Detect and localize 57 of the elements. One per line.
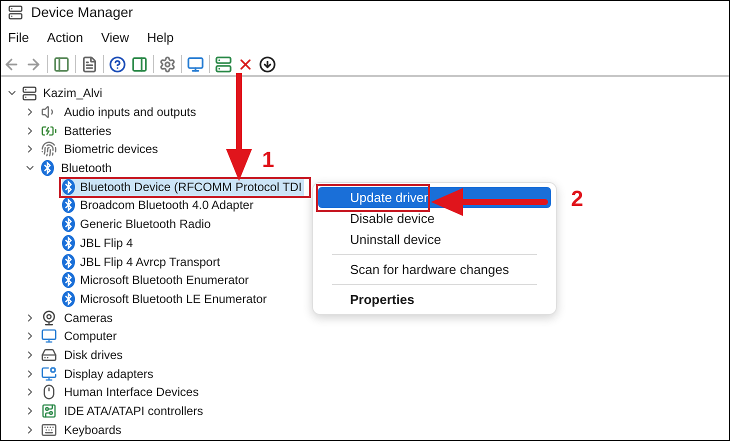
- menu-item[interactable]: Action: [42, 28, 88, 48]
- tree-item[interactable]: JBL Flip 4 Avrcp Transport: [62, 252, 222, 271]
- bluetooth-icon: [62, 290, 75, 307]
- menu-option[interactable]: Disable device: [318, 208, 551, 229]
- tree-item[interactable]: IDE ATA/ATAPI controllers: [64, 402, 204, 420]
- step-number: 2: [571, 185, 584, 213]
- tree-item[interactable]: Disk drives: [64, 346, 123, 364]
- bluetooth-icon: [62, 197, 75, 214]
- tree-item[interactable]: Cameras: [64, 308, 113, 327]
- circuit-board-icon: [41, 403, 57, 420]
- menu-item[interactable]: View: [97, 28, 134, 48]
- webcam-icon: [41, 310, 57, 326]
- bluetooth-icon: [62, 254, 75, 270]
- menu-option[interactable]: Uninstall device: [318, 229, 551, 250]
- tree-item[interactable]: Generic Bluetooth Radio: [62, 214, 213, 234]
- fingerprint-icon: [41, 141, 57, 158]
- tree-item[interactable]: Keyboards: [64, 420, 122, 439]
- tree-item[interactable]: Human Interface Devices: [64, 383, 199, 402]
- tree-item[interactable]: Microsoft Bluetooth LE Enumerator: [62, 290, 269, 308]
- bluetooth-icon: [41, 160, 54, 176]
- forward-arrow-icon[interactable]: [25, 56, 42, 72]
- tree-item[interactable]: Microsoft Bluetooth Enumerator: [62, 270, 251, 290]
- document-icon[interactable]: [81, 56, 98, 72]
- gear-icon[interactable]: [159, 56, 176, 72]
- app-icon: [8, 4, 23, 20]
- keyboard-icon: [41, 422, 57, 438]
- device-icon[interactable]: [215, 56, 232, 72]
- bluetooth-icon: [62, 216, 75, 232]
- mouse-icon: [41, 384, 57, 400]
- bluetooth-icon: [62, 234, 75, 251]
- monitor-icon[interactable]: [187, 56, 204, 72]
- display-adapter-icon: [41, 366, 57, 382]
- panel-icon[interactable]: [131, 56, 148, 72]
- menu-option[interactable]: Properties: [318, 289, 551, 310]
- menu-item[interactable]: Help: [143, 28, 178, 48]
- bluetooth-icon: [62, 178, 75, 195]
- tree-item[interactable]: Audio inputs and outputs: [64, 103, 196, 122]
- panel-icon[interactable]: [53, 56, 70, 72]
- tree-item[interactable]: Broadcom Bluetooth 4.0 Adapter: [62, 196, 256, 215]
- computer-icon: [22, 86, 37, 101]
- back-arrow-icon[interactable]: [3, 56, 20, 72]
- tree-item[interactable]: Computer: [64, 327, 117, 346]
- monitor-icon: [41, 328, 57, 344]
- tree-item[interactable]: Bluetooth: [61, 159, 112, 178]
- window-title: Device Manager: [31, 2, 133, 22]
- step-number: 1: [262, 146, 274, 174]
- menu-item[interactable]: File: [4, 28, 33, 48]
- menu-option[interactable]: Scan for hardware changes: [318, 259, 551, 280]
- help-icon[interactable]: [109, 56, 126, 72]
- tree-item[interactable]: Kazim_Alvi: [43, 84, 102, 102]
- drive-icon: [41, 346, 57, 363]
- bluetooth-icon: [62, 272, 75, 288]
- tree-item[interactable]: Display adapters: [64, 364, 154, 383]
- tree-item[interactable]: Batteries: [64, 122, 112, 140]
- tree-item[interactable]: JBL Flip 4: [62, 234, 135, 252]
- tree-item[interactable]: Biometric devices: [64, 140, 158, 158]
- download-icon[interactable]: [259, 56, 276, 72]
